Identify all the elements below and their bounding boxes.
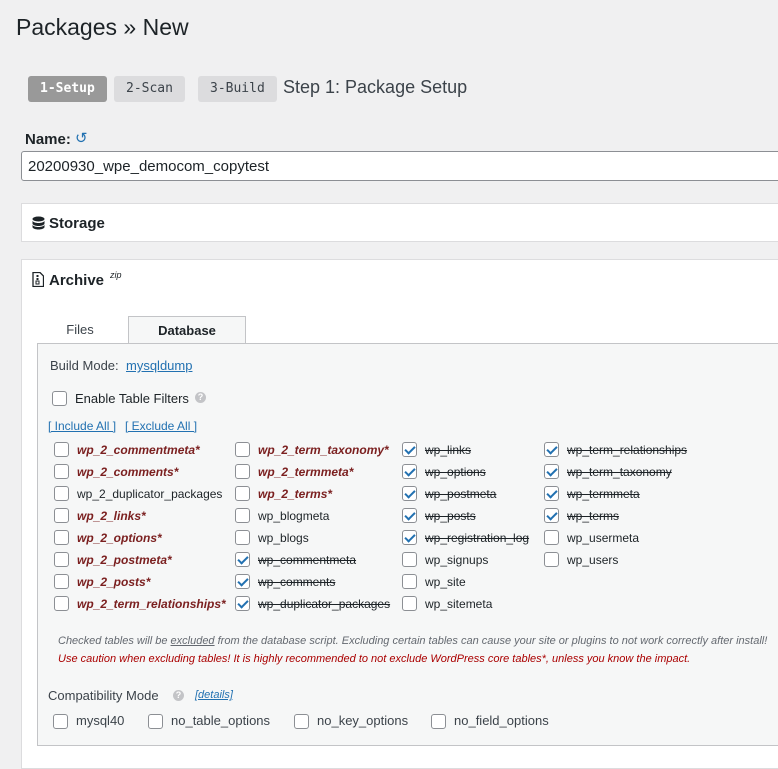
table-name-label: wp_2_posts* (77, 575, 151, 589)
table-name-label: wp_term_taxonomy (567, 465, 672, 479)
compat-option-checkbox[interactable] (53, 714, 68, 729)
table-name-label: wp_term_relationships (567, 443, 688, 457)
table-checkbox[interactable] (235, 574, 250, 589)
help-icon[interactable]: ? (173, 690, 184, 701)
table-name-label: wp_blogmeta (258, 509, 330, 523)
step-title: Step 1: Package Setup (283, 77, 468, 97)
table-name-label: wp_2_commentmeta* (77, 443, 200, 457)
table-name-label: wp_signups (425, 553, 489, 567)
table-name-label: wp_2_term_relationships* (77, 597, 226, 611)
storage-title: Storage (49, 215, 105, 232)
table-checkbox[interactable] (402, 574, 417, 589)
step-1-setup-button[interactable]: 1-Setup (28, 76, 107, 102)
compat-option-checkbox[interactable] (294, 714, 309, 729)
table-checkbox[interactable] (235, 464, 250, 479)
table-name-label: wp_2_term_taxonomy* (258, 443, 389, 457)
table-checkbox[interactable] (235, 508, 250, 523)
build-mode-label: Build Mode: (50, 358, 119, 373)
page-title: Packages » New (16, 14, 189, 40)
compat-option-label: no_key_options (317, 713, 409, 728)
tab-database[interactable]: Database (128, 316, 246, 343)
table-name-label: wp_posts (425, 509, 476, 523)
compat-option-checkbox[interactable] (431, 714, 446, 729)
table-name-label: wp_blogs (258, 531, 309, 545)
table-name-label: wp_2_options* (77, 531, 162, 545)
table-name-label: wp_2_duplicator_packages (77, 487, 223, 501)
table-checkbox[interactable] (54, 530, 69, 545)
table-checkbox[interactable] (235, 486, 250, 501)
table-checkbox[interactable] (54, 442, 69, 457)
table-name-label: wp_termmeta (567, 487, 640, 501)
table-checkbox[interactable] (544, 530, 559, 545)
database-icon (32, 216, 45, 233)
table-name-label: wp_2_comments* (77, 465, 179, 479)
table-checkbox[interactable] (402, 464, 417, 479)
table-name-label: wp_terms (567, 509, 620, 523)
table-checkbox[interactable] (402, 486, 417, 501)
table-checkbox[interactable] (544, 464, 559, 479)
compat-option-checkbox[interactable] (148, 714, 163, 729)
table-checkbox[interactable] (235, 442, 250, 457)
table-checkbox[interactable] (402, 508, 417, 523)
table-checkbox[interactable] (54, 552, 69, 567)
table-checkbox[interactable] (235, 552, 250, 567)
table-name-label: wp_2_terms* (258, 487, 333, 501)
table-name-label: wp_users (567, 553, 619, 567)
table-name-label: wp_comments (258, 575, 336, 589)
table-checkbox[interactable] (54, 486, 69, 501)
include-all-link[interactable]: [ Include All ] (48, 419, 116, 433)
file-archive-icon (32, 271, 45, 290)
build-mode-link[interactable]: mysqldump (126, 358, 192, 373)
table-checkbox[interactable] (54, 464, 69, 479)
name-label: Name: (25, 131, 71, 148)
table-checkbox[interactable] (235, 596, 250, 611)
table-name-label: wp_options (425, 465, 486, 479)
table-checkbox[interactable] (402, 552, 417, 567)
compatibility-mode-label: Compatibility Mode (48, 688, 159, 703)
table-checkbox[interactable] (54, 574, 69, 589)
table-name-label: wp_links (425, 443, 472, 457)
table-checkbox[interactable] (54, 596, 69, 611)
compat-option-label: no_field_options (454, 713, 549, 728)
help-icon[interactable]: ? (195, 392, 206, 403)
refresh-icon[interactable]: ↺ (75, 129, 88, 147)
step-2-scan-button[interactable]: 2-Scan (114, 76, 185, 102)
table-name-label: wp_2_links* (77, 509, 146, 523)
table-checkbox[interactable] (544, 486, 559, 501)
table-checkbox[interactable] (235, 530, 250, 545)
table-checkbox[interactable] (54, 508, 69, 523)
caution-note: Use caution when excluding tables! It is… (58, 653, 691, 665)
table-name-label: wp_usermeta (567, 531, 640, 545)
tab-files[interactable]: Files (40, 316, 120, 343)
table-name-label: wp_2_postmeta* (77, 553, 172, 567)
package-name-input[interactable] (21, 151, 778, 181)
table-name-label: wp_commentmeta (258, 553, 357, 567)
table-checkbox[interactable] (544, 442, 559, 457)
step-3-build-button[interactable]: 3-Build (198, 76, 277, 102)
table-checkbox[interactable] (544, 552, 559, 567)
compat-option-label: no_table_options (171, 713, 271, 728)
table-checkbox[interactable] (402, 596, 417, 611)
table-name-label: wp_sitemeta (425, 597, 493, 611)
archive-title: Archive (49, 272, 105, 289)
exclude-note: Checked tables will be excluded from the… (58, 635, 768, 647)
enable-table-filters-checkbox[interactable] (52, 391, 67, 406)
table-checkbox[interactable] (402, 442, 417, 457)
table-checkbox[interactable] (402, 530, 417, 545)
table-name-label: wp_duplicator_packages (258, 597, 391, 611)
compatibility-details-link[interactable]: [details] (195, 689, 233, 701)
exclude-all-link[interactable]: [ Exclude All ] (125, 419, 197, 433)
archive-format-label: zip (110, 270, 122, 280)
table-name-label: wp_2_termmeta* (258, 465, 354, 479)
table-name-label: wp_site (425, 575, 466, 589)
table-name-label: wp_postmeta (425, 487, 497, 501)
table-name-label: wp_registration_log (425, 531, 530, 545)
compat-option-label: mysql40 (76, 713, 125, 728)
storage-panel[interactable]: Storage (21, 203, 778, 242)
enable-table-filters-label: Enable Table Filters (75, 391, 189, 406)
table-checkbox[interactable] (544, 508, 559, 523)
